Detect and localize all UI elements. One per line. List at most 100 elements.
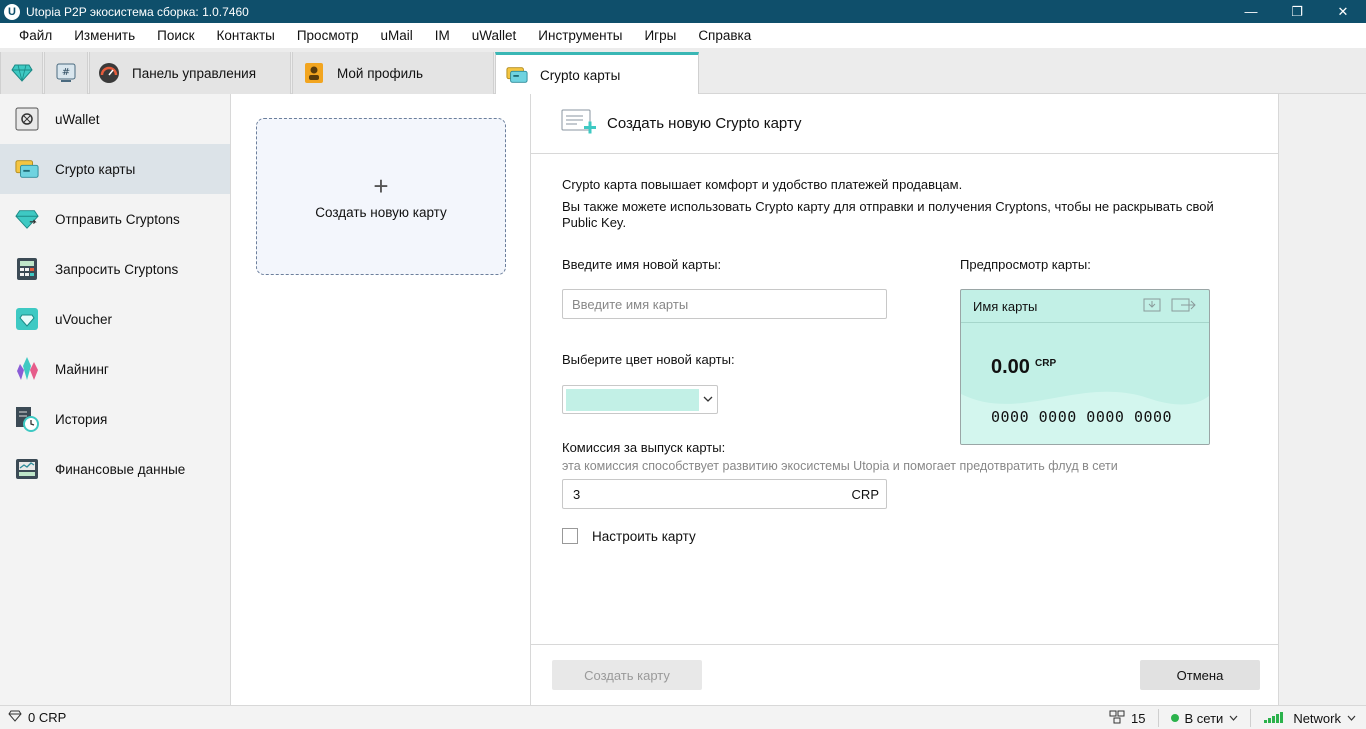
tab-bar: # Панель управления Мой профиль Crypto к…	[0, 48, 1366, 95]
menu-search[interactable]: Поиск	[146, 23, 205, 48]
sidebar-item-request-cryptons[interactable]: Запросить Cryptons	[0, 244, 230, 294]
customize-card-label[interactable]: Настроить карту	[592, 529, 696, 544]
create-card-button[interactable]: Создать карту	[552, 660, 702, 690]
window-controls: — ❐ ✕	[1228, 0, 1366, 23]
menu-tools[interactable]: Инструменты	[527, 23, 633, 48]
svg-text:#: #	[62, 67, 70, 78]
tab-hashtag[interactable]: #	[44, 52, 88, 94]
card-preview: Имя карты 0.00 CRP 0000 0000 0000 0000	[960, 289, 1210, 445]
status-balance: 0 CRP	[28, 710, 67, 725]
fee-value: 3	[573, 486, 581, 502]
menu-view[interactable]: Просмотр	[286, 23, 370, 48]
sidebar-item-uvoucher[interactable]: uVoucher	[0, 294, 230, 344]
chart-icon	[15, 457, 39, 481]
diamond-icon	[10, 62, 33, 84]
card-color-label: Выберите цвет новой карты:	[562, 352, 735, 367]
close-button[interactable]: ✕	[1320, 0, 1366, 23]
sidebar-item-label: Crypto карты	[55, 161, 136, 177]
fee-field: 3 CRP	[562, 479, 887, 509]
chevron-down-icon	[1229, 713, 1238, 723]
menu-uwallet[interactable]: uWallet	[461, 23, 528, 48]
safe-icon	[15, 107, 39, 131]
card-preview-name: Имя карты	[973, 298, 1038, 314]
sidebar-item-history[interactable]: История	[0, 394, 230, 444]
form-description-1: Crypto карта повышает комфорт и удобство…	[562, 177, 963, 192]
menu-umail[interactable]: uMail	[370, 23, 424, 48]
color-swatch	[566, 388, 699, 411]
chevron-down-icon	[1347, 713, 1356, 723]
title-bar: U Utopia P2P экосистема сборка: 1.0.7460…	[0, 0, 1366, 23]
receive-icon	[1143, 298, 1161, 315]
form-title: Создать новую Crypto карту	[607, 115, 802, 132]
fee-label: Комиссия за выпуск карты:	[562, 440, 726, 455]
sidebar-item-label: uWallet	[55, 111, 100, 127]
calculator-icon	[15, 257, 39, 281]
new-card-icon	[561, 107, 597, 140]
menu-help[interactable]: Справка	[687, 23, 762, 48]
network-status[interactable]: Network	[1263, 711, 1356, 726]
send-card-icon	[1171, 298, 1197, 315]
window-title: Utopia P2P экосистема сборка: 1.0.7460	[26, 4, 249, 19]
menu-contacts[interactable]: Контакты	[206, 23, 286, 48]
diamond-send-icon	[15, 207, 39, 231]
card-preview-label: Предпросмотр карты:	[960, 257, 1091, 272]
peers-icon	[1109, 710, 1125, 727]
presence-status[interactable]: В сети	[1170, 710, 1239, 726]
hashtag-monitor-icon: #	[55, 62, 77, 84]
tab-dashboard[interactable]: Панель управления	[89, 52, 291, 94]
create-new-card-tile[interactable]: + Создать новую карту	[256, 118, 506, 275]
crypto-card-icon	[15, 157, 39, 181]
profile-icon	[303, 62, 325, 84]
sidebar-item-label: Майнинг	[55, 361, 109, 377]
history-icon	[15, 407, 39, 432]
tab-crypto-home[interactable]	[0, 52, 43, 94]
fee-currency: CRP	[851, 486, 879, 502]
sidebar-item-mining[interactable]: Майнинг	[0, 344, 230, 394]
signal-bars-icon	[1263, 711, 1287, 726]
cards-list-panel: + Создать новую карту	[231, 94, 531, 705]
network-label: Network	[1293, 710, 1341, 726]
minimize-button[interactable]: —	[1228, 0, 1274, 23]
online-dot-icon	[1170, 714, 1179, 722]
card-color-select[interactable]	[562, 385, 718, 414]
crypton-icon	[8, 710, 22, 725]
sidebar-item-label: Запросить Cryptons	[55, 261, 179, 277]
menu-bar: Файл Изменить Поиск Контакты Просмотр uM…	[0, 23, 1366, 48]
card-name-input[interactable]	[562, 289, 887, 319]
sidebar: uWallet Crypto карты Отправить Cryptons …	[0, 94, 231, 705]
menu-edit[interactable]: Изменить	[63, 23, 146, 48]
tab-dashboard-label: Панель управления	[132, 65, 257, 81]
customize-card-row: Настроить карту	[562, 528, 696, 544]
card-name-label: Введите имя новой карты:	[562, 257, 722, 272]
menu-file[interactable]: Файл	[8, 23, 63, 48]
tab-crypto-cards-label: Crypto карты	[540, 67, 621, 83]
form-header: Создать новую Crypto карту	[531, 94, 1279, 154]
tab-my-profile-label: Мой профиль	[337, 65, 424, 81]
sidebar-item-send-cryptons[interactable]: Отправить Cryptons	[0, 194, 230, 244]
sidebar-item-financial-data[interactable]: Финансовые данные	[0, 444, 230, 494]
peers-indicator[interactable]: 15	[1109, 710, 1146, 727]
crypto-card-icon	[506, 64, 528, 86]
menu-games[interactable]: Игры	[633, 23, 687, 48]
cancel-button[interactable]: Отмена	[1140, 660, 1260, 690]
maximize-button[interactable]: ❐	[1274, 0, 1320, 23]
right-margin	[1280, 94, 1366, 705]
card-preview-currency: CRP	[1035, 358, 1057, 369]
card-preview-balance: 0.00	[991, 356, 1030, 378]
sidebar-item-label: История	[55, 411, 108, 427]
peers-count: 15	[1131, 710, 1146, 726]
customize-card-checkbox[interactable]	[562, 528, 578, 544]
form-description-2: Вы также можете использовать Crypto карт…	[562, 199, 1214, 230]
menu-im[interactable]: IM	[424, 23, 461, 48]
sidebar-item-uwallet[interactable]: uWallet	[0, 94, 230, 144]
tab-crypto-cards[interactable]: Crypto карты	[495, 52, 699, 95]
tab-my-profile[interactable]: Мой профиль	[292, 52, 494, 94]
status-bar: 0 CRP 15 В сети Network	[0, 705, 1366, 729]
chevron-down-icon	[699, 394, 717, 405]
presence-label: В сети	[1184, 710, 1224, 726]
sidebar-item-label: Отправить Cryptons	[55, 211, 180, 227]
sidebar-item-label: Финансовые данные	[55, 461, 186, 477]
form-footer-divider	[531, 644, 1279, 645]
sidebar-item-crypto-cards[interactable]: Crypto карты	[0, 144, 230, 194]
sidebar-item-label: uVoucher	[55, 311, 113, 327]
